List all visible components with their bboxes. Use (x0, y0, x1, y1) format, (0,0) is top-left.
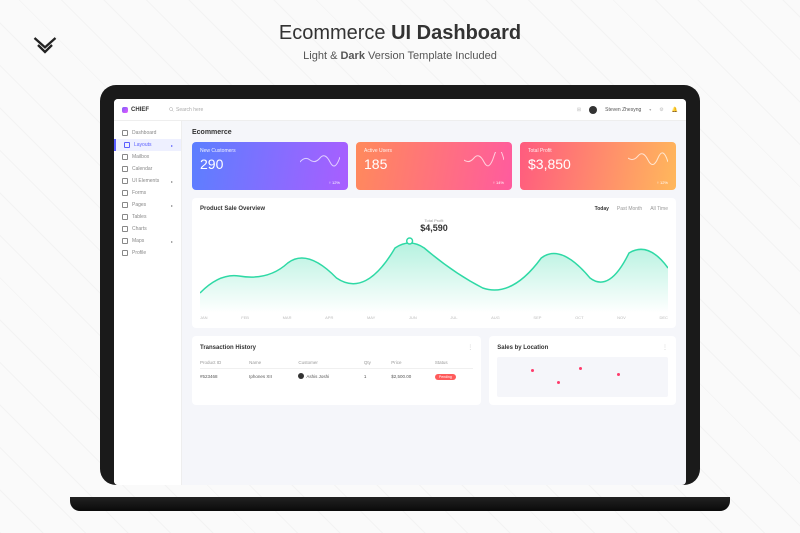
map-pin (557, 381, 560, 384)
brand-icon (122, 107, 128, 113)
grid-icon[interactable]: ⊞ (577, 107, 581, 113)
mail-icon (122, 154, 128, 160)
brand-logo-icon (31, 31, 59, 59)
ui-icon (122, 178, 128, 184)
search-icon (169, 107, 174, 112)
profile-icon (122, 250, 128, 256)
app-brand[interactable]: CHIEF (122, 107, 149, 113)
sidebar-item-dashboard[interactable]: Dashboard (114, 127, 181, 139)
maps-icon (122, 238, 128, 244)
status-badge: Pending (435, 374, 456, 380)
area-chart[interactable] (200, 233, 668, 313)
user-avatar[interactable] (589, 106, 597, 114)
chart-x-labels: JANFEBMARAPRMAYJUNJULAUGSEPOCTNOVDEC (200, 315, 668, 320)
chevron-down-icon[interactable]: ▾ (649, 107, 651, 112)
laptop-mockup: CHIEF Search here ⊞ Steven Zhesyng ▾ ⚙ 🔔… (100, 85, 700, 505)
overview-panel: Product Sale Overview Today Past Month A… (192, 198, 676, 328)
dashboard-icon (122, 130, 128, 136)
topbar: CHIEF Search here ⊞ Steven Zhesyng ▾ ⚙ 🔔 (114, 99, 686, 121)
tab-all-time[interactable]: All Time (650, 206, 668, 212)
sparkline-icon (300, 152, 340, 168)
trend-badge: ↑ 12% (657, 180, 668, 185)
app-screen: CHIEF Search here ⊞ Steven Zhesyng ▾ ⚙ 🔔… (114, 99, 686, 485)
stat-card-active-users[interactable]: Active Users 185 ↑ 14% (356, 142, 512, 190)
pages-icon (122, 202, 128, 208)
sidebar-item-profile[interactable]: Profile (114, 247, 181, 259)
more-icon[interactable]: ⋮ (662, 344, 668, 351)
location-panel: Sales by Location⋮ (489, 336, 676, 405)
sidebar-item-calendar[interactable]: Calendar (114, 163, 181, 175)
sidebar-item-layouts[interactable]: Layouts▸ (114, 139, 181, 151)
table-header: Product IDNameCustomerQtyPriceStatus (200, 357, 473, 369)
sidebar-item-tables[interactable]: Tables (114, 211, 181, 223)
calendar-icon (122, 166, 128, 172)
transactions-panel: Transaction History⋮ Product IDNameCusto… (192, 336, 481, 405)
sidebar: Dashboard Layouts▸ Mailbox Calendar UI E… (114, 121, 182, 485)
brand-badge (18, 18, 72, 72)
search-input[interactable]: Search here (169, 107, 203, 113)
trend-badge: ↑ 14% (493, 180, 504, 185)
trend-badge: ↑ 12% (329, 180, 340, 185)
promo-subtitle: Light & Dark Version Template Included (303, 50, 497, 62)
map-pin (579, 367, 582, 370)
settings-icon[interactable]: ⚙ (659, 107, 663, 113)
promo-title: Ecommerce UI Dashboard (279, 22, 521, 45)
sidebar-item-maps[interactable]: Maps▸ (114, 235, 181, 247)
table-row[interactable]: #523468 Iphones XII Ashis Joshi 1 $2,500… (200, 369, 473, 383)
user-name[interactable]: Steven Zhesyng (605, 107, 641, 113)
customer-avatar (298, 373, 304, 379)
panel-title: Product Sale Overview (200, 206, 265, 212)
main-content: Ecommerce New Customers 290 ↑ 12% Active… (182, 121, 686, 485)
tab-past-month[interactable]: Past Month (617, 206, 642, 212)
tables-icon (122, 214, 128, 220)
chart-total: Total Profit $4,590 (200, 218, 668, 233)
map-pin (531, 369, 534, 372)
chevron-right-icon: ▸ (171, 203, 173, 208)
world-map[interactable] (497, 357, 668, 397)
map-pin (617, 373, 620, 376)
sidebar-item-mailbox[interactable]: Mailbox (114, 151, 181, 163)
sidebar-item-pages[interactable]: Pages▸ (114, 199, 181, 211)
notification-icon[interactable]: 🔔 (672, 107, 678, 113)
chevron-right-icon: ▸ (171, 179, 173, 184)
sidebar-item-charts[interactable]: Charts (114, 223, 181, 235)
sparkline-icon (628, 152, 668, 168)
laptop-base (70, 497, 730, 511)
sidebar-item-ui-elements[interactable]: UI Elements▸ (114, 175, 181, 187)
stat-card-new-customers[interactable]: New Customers 290 ↑ 12% (192, 142, 348, 190)
stat-card-total-profit[interactable]: Total Profit $3,850 ↑ 12% (520, 142, 676, 190)
chevron-right-icon: ▸ (171, 239, 173, 244)
page-title: Ecommerce (192, 129, 676, 136)
more-icon[interactable]: ⋮ (467, 344, 473, 351)
forms-icon (122, 190, 128, 196)
charts-icon (122, 226, 128, 232)
sparkline-icon (464, 152, 504, 168)
tab-today[interactable]: Today (595, 206, 609, 212)
sidebar-item-forms[interactable]: Forms (114, 187, 181, 199)
chevron-right-icon: ▸ (171, 143, 173, 148)
layouts-icon (124, 142, 130, 148)
